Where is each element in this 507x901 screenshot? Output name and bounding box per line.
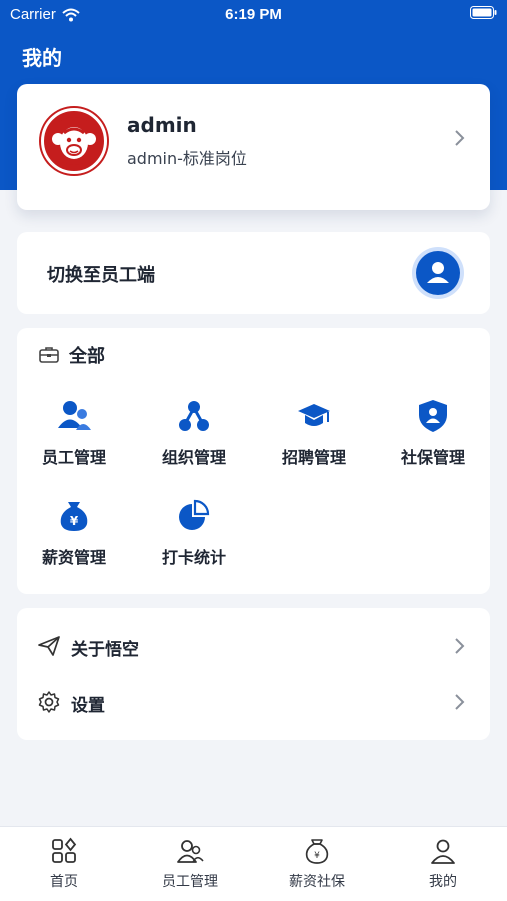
organization-icon bbox=[179, 401, 209, 431]
grid-label-recruitment: 招聘管理 bbox=[281, 448, 346, 467]
grid-item-recruitment[interactable]: 招聘管理 bbox=[264, 398, 364, 468]
profile-card[interactable]: admin admin-标准岗位 bbox=[17, 84, 490, 210]
money-bag-icon: ¥ bbox=[305, 839, 329, 864]
grid-item-organization[interactable]: 组织管理 bbox=[144, 398, 244, 468]
tab-employees[interactable]: 员工管理 bbox=[135, 837, 245, 891]
tab-label-salary: 薪资社保 bbox=[289, 874, 345, 890]
gear-icon bbox=[38, 691, 60, 713]
grid-icon bbox=[52, 837, 77, 863]
shield-user-icon bbox=[419, 400, 447, 432]
user-icon bbox=[431, 839, 455, 864]
status-bar: Carrier 6:19 PM bbox=[0, 0, 507, 28]
employees-icon bbox=[58, 401, 91, 430]
menu-card: 关于悟空 设置 bbox=[17, 608, 490, 740]
grid-label-social-security: 社保管理 bbox=[400, 448, 465, 467]
paper-plane-icon bbox=[38, 636, 60, 656]
money-bag-icon: ¥ bbox=[60, 502, 88, 531]
svg-text:¥: ¥ bbox=[314, 851, 320, 861]
grid-label-salary: 薪资管理 bbox=[41, 548, 106, 567]
user-icon bbox=[427, 262, 449, 283]
profile-name: admin bbox=[127, 113, 197, 137]
avatar bbox=[41, 108, 107, 174]
all-section-title: 全部 bbox=[69, 346, 105, 367]
pie-chart-icon bbox=[179, 499, 210, 530]
switch-role-card[interactable]: 切换至员工端 bbox=[17, 232, 490, 314]
grid-label-organization: 组织管理 bbox=[161, 448, 226, 467]
chevron-right-icon bbox=[455, 638, 465, 654]
tab-mine[interactable]: 我的 bbox=[388, 837, 498, 891]
all-functions-card: 全部 员工管理 组织管理 招聘管理 社保管理 ¥ 薪资管理 打卡统计 bbox=[17, 328, 490, 594]
grid-item-attendance[interactable]: 打卡统计 bbox=[144, 498, 244, 568]
tab-home[interactable]: 首页 bbox=[9, 837, 119, 891]
monkey-logo-icon bbox=[50, 117, 98, 165]
switch-role-button[interactable] bbox=[416, 251, 460, 295]
menu-label-settings: 设置 bbox=[71, 696, 105, 716]
chevron-right-icon bbox=[455, 130, 465, 146]
tab-label-employees: 员工管理 bbox=[162, 874, 218, 890]
clock: 6:19 PM bbox=[225, 6, 282, 23]
svg-text:¥: ¥ bbox=[70, 514, 79, 528]
grid-label-attendance: 打卡统计 bbox=[161, 548, 226, 567]
tab-label-mine: 我的 bbox=[429, 874, 457, 890]
graduation-cap-icon bbox=[298, 404, 330, 426]
tab-label-home: 首页 bbox=[50, 874, 78, 890]
tab-bar: 首页 员工管理 ¥ 薪资社保 我的 bbox=[0, 826, 507, 901]
toolbox-icon bbox=[39, 347, 59, 363]
grid-item-salary[interactable]: ¥ 薪资管理 bbox=[24, 498, 124, 568]
battery-icon bbox=[470, 6, 497, 23]
grid-item-social-security[interactable]: 社保管理 bbox=[383, 398, 483, 468]
all-section-header: 全部 bbox=[39, 342, 105, 368]
menu-item-about[interactable]: 关于悟空 bbox=[17, 618, 490, 674]
switch-role-label: 切换至员工端 bbox=[47, 265, 155, 286]
menu-label-about: 关于悟空 bbox=[71, 640, 139, 660]
users-icon bbox=[177, 840, 204, 863]
tab-salary[interactable]: ¥ 薪资社保 bbox=[262, 837, 372, 891]
page-title: 我的 bbox=[22, 46, 62, 70]
chevron-right-icon bbox=[455, 694, 465, 710]
grid-item-employees[interactable]: 员工管理 bbox=[24, 398, 124, 468]
grid-label-employees: 员工管理 bbox=[41, 448, 106, 467]
profile-role: admin-标准岗位 bbox=[127, 149, 247, 168]
menu-item-settings[interactable]: 设置 bbox=[17, 674, 490, 730]
